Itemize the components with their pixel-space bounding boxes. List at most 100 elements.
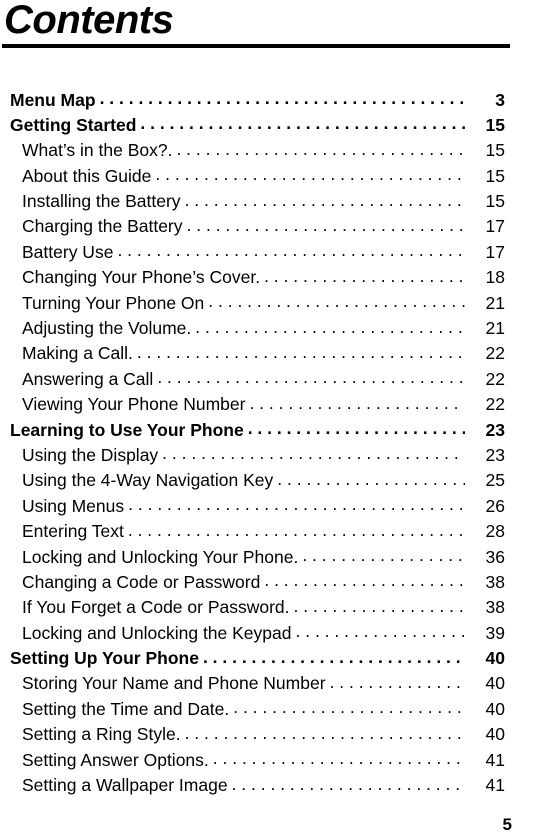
toc-entry-label: Setting a Ring Style. xyxy=(22,724,181,745)
toc-entry-page-number: 3 xyxy=(495,89,505,110)
toc-entry-page-number: 22 xyxy=(485,343,505,364)
toc-entry-page-number: 40 xyxy=(485,648,505,669)
toc-dot-leader xyxy=(248,418,465,436)
toc-entry-page-number: 15 xyxy=(485,165,505,186)
toc-entry-label: Charging the Battery xyxy=(22,216,183,237)
toc-dot-leader xyxy=(155,164,465,182)
toc-entry-label: If You Forget a Code or Password. xyxy=(22,597,290,618)
toc-entry-page-number: 21 xyxy=(485,318,505,339)
toc-entry-label: Answering a Call xyxy=(22,368,154,389)
toc-entry-page-number: 23 xyxy=(485,444,505,465)
toc-entry-label: Storing Your Name and Phone Number xyxy=(22,673,326,694)
toc-dot-leader xyxy=(203,647,465,665)
toc-entry-page-number: 17 xyxy=(485,216,505,237)
toc-entry[interactable]: Charging the Battery 17 xyxy=(0,215,533,240)
toc-page: Contents Menu Map3Getting Started15What’… xyxy=(0,0,533,839)
toc-entry-label: Using the 4-Way Navigation Key xyxy=(22,470,274,491)
toc-entry-label: Locking and Unlocking Your Phone. xyxy=(22,546,299,567)
table-of-contents-list: Menu Map3Getting Started15What’s in the … xyxy=(0,88,533,799)
toc-dot-leader xyxy=(233,697,465,715)
toc-dot-leader xyxy=(302,545,465,563)
page-title: Contents xyxy=(4,0,174,42)
toc-entry[interactable]: Changing Your Phone’s Cover. 18 xyxy=(0,266,533,291)
toc-entry-label: About this Guide xyxy=(22,165,152,186)
toc-dot-leader xyxy=(187,215,465,233)
toc-entry[interactable]: Setting a Ring Style. 40 xyxy=(0,723,533,748)
toc-entry[interactable]: If You Forget a Code or Password. 38 xyxy=(0,596,533,621)
toc-entry-page-number: 38 xyxy=(485,571,505,592)
toc-entry-label: Setting a Wallpaper Image xyxy=(22,775,228,796)
toc-entry[interactable]: Setting the Time and Date. 40 xyxy=(0,697,533,722)
toc-dot-leader xyxy=(264,266,465,284)
toc-dot-leader xyxy=(185,190,465,208)
toc-dot-leader xyxy=(117,240,465,258)
toc-entry-label: Setting Answer Options. xyxy=(22,749,209,770)
toc-entry[interactable]: Using the 4-Way Navigation Key 25 xyxy=(0,469,533,494)
toc-entry-label: Setting Up Your Phone xyxy=(10,648,199,669)
toc-entry[interactable]: Entering Text 28 xyxy=(0,520,533,545)
toc-dot-leader xyxy=(140,113,465,131)
toc-entry-label: Making a Call. xyxy=(22,343,133,364)
toc-entry-label: Battery Use xyxy=(22,241,114,262)
toc-dot-leader xyxy=(128,520,465,538)
toc-entry[interactable]: Storing Your Name and Phone Number 40 xyxy=(0,672,533,697)
toc-dot-leader xyxy=(162,443,465,461)
toc-entry-page-number: 17 xyxy=(485,241,505,262)
toc-entry-page-number: 15 xyxy=(485,191,505,212)
toc-entry[interactable]: Setting Up Your Phone 40 xyxy=(0,647,533,672)
toc-entry-page-number: 40 xyxy=(485,673,505,694)
toc-entry-label: Turning Your Phone On xyxy=(22,292,205,313)
toc-entry[interactable]: Setting a Wallpaper Image 41 xyxy=(0,774,533,799)
toc-entry-page-number: 41 xyxy=(485,749,505,770)
toc-dot-leader xyxy=(157,367,465,385)
toc-dot-leader xyxy=(195,317,465,335)
toc-entry[interactable]: Turning Your Phone On 21 xyxy=(0,291,533,316)
toc-entry-label: Using the Display xyxy=(22,444,159,465)
toc-entry[interactable]: Viewing Your Phone Number 22 xyxy=(0,393,533,418)
toc-entry[interactable]: Learning to Use Your Phone 23 xyxy=(0,418,533,443)
toc-dot-leader xyxy=(128,494,465,512)
toc-entry-page-number: 22 xyxy=(485,368,505,389)
toc-entry-label: Changing Your Phone’s Cover. xyxy=(22,267,261,288)
toc-entry[interactable]: Using Menus 26 xyxy=(0,494,533,519)
toc-entry[interactable]: Adjusting the Volume. 21 xyxy=(0,317,533,342)
toc-dot-leader xyxy=(213,748,465,766)
toc-entry-page-number: 41 xyxy=(485,775,505,796)
toc-entry-page-number: 15 xyxy=(485,140,505,161)
toc-entry-label: Adjusting the Volume. xyxy=(22,318,192,339)
toc-dot-leader xyxy=(185,723,465,741)
toc-entry-label: Viewing Your Phone Number xyxy=(22,394,246,415)
toc-dot-leader xyxy=(100,88,465,106)
toc-entry-page-number: 26 xyxy=(485,495,505,516)
toc-entry[interactable]: Battery Use 17 xyxy=(0,240,533,265)
toc-entry[interactable]: About this Guide 15 xyxy=(0,164,533,189)
toc-entry[interactable]: Making a Call. 22 xyxy=(0,342,533,367)
toc-entry[interactable]: Locking and Unlocking Your Phone. 36 xyxy=(0,545,533,570)
toc-entry-page-number: 36 xyxy=(485,546,505,567)
toc-entry-page-number: 38 xyxy=(485,597,505,618)
toc-entry[interactable]: Installing the Battery 15 xyxy=(0,190,533,215)
footer-page-number: 5 xyxy=(502,815,512,834)
toc-entry[interactable]: Locking and Unlocking the Keypad 39 xyxy=(0,621,533,646)
toc-entry[interactable]: Using the Display 23 xyxy=(0,443,533,468)
toc-entry[interactable]: Answering a Call 22 xyxy=(0,367,533,392)
toc-entry-page-number: 23 xyxy=(485,419,505,440)
toc-dot-leader xyxy=(208,291,465,309)
toc-entry-page-number: 21 xyxy=(485,292,505,313)
toc-entry[interactable]: Getting Started 15 xyxy=(0,113,533,138)
toc-entry-label: Menu Map xyxy=(10,89,96,110)
toc-entry-label: Entering Text xyxy=(22,521,124,542)
toc-entry-label: Getting Started xyxy=(10,114,137,135)
toc-entry[interactable]: Setting Answer Options. 41 xyxy=(0,748,533,773)
toc-entry-page-number: 25 xyxy=(485,470,505,491)
title-divider xyxy=(2,44,510,48)
toc-entry-page-number: 15 xyxy=(485,114,505,135)
toc-entry[interactable]: What’s in the Box?. 15 xyxy=(0,139,533,164)
toc-dot-leader xyxy=(232,774,465,792)
toc-entry[interactable]: Menu Map 3 xyxy=(0,88,533,113)
toc-entry-label: Changing a Code or Password xyxy=(22,571,261,592)
toc-entry-page-number: 40 xyxy=(485,698,505,719)
toc-entry-page-number: 40 xyxy=(485,724,505,745)
toc-entry[interactable]: Changing a Code or Password 38 xyxy=(0,570,533,595)
toc-dot-leader xyxy=(249,393,465,411)
